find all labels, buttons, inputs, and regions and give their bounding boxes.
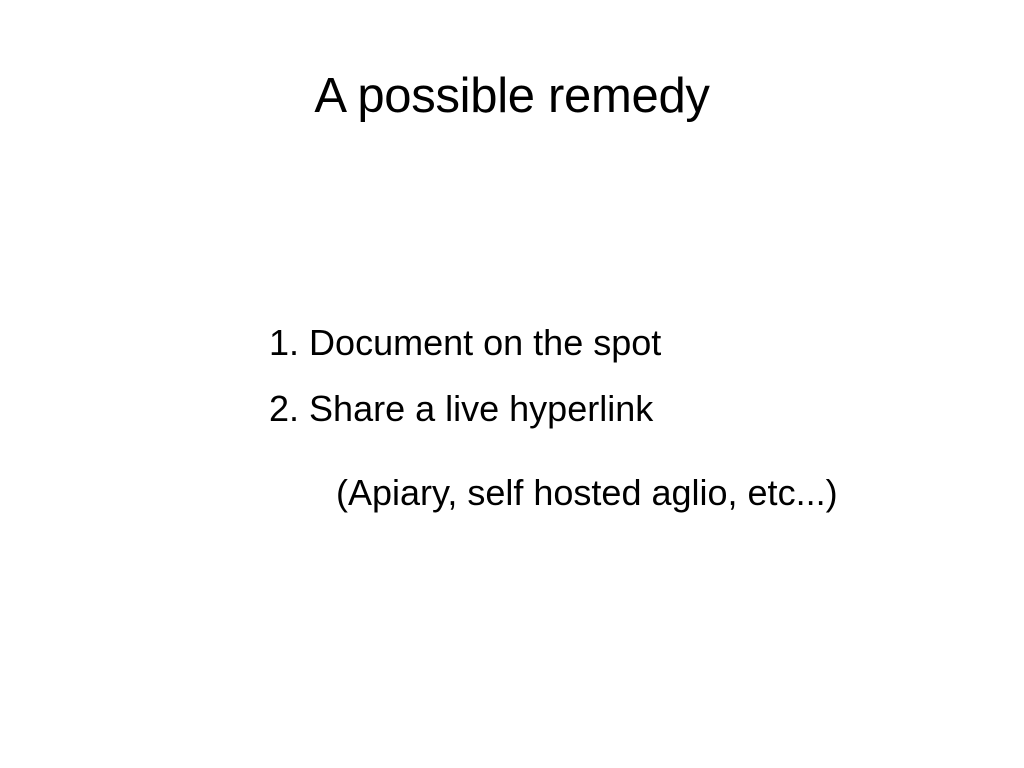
slide-title: A possible remedy bbox=[314, 69, 710, 123]
list-item: 2. Share a live hyperlink bbox=[269, 387, 653, 431]
list-item-text: Share a live hyperlink bbox=[309, 388, 654, 429]
list-item-text: Document on the spot bbox=[309, 322, 662, 363]
list-item-number: 2. bbox=[269, 388, 300, 429]
list-item: 1. Document on the spot bbox=[269, 321, 661, 365]
list-item-number: 1. bbox=[269, 322, 300, 363]
slide: A possible remedy 1. Document on the spo… bbox=[0, 0, 1024, 768]
examples-note: (Apiary, self hosted aglio, etc...) bbox=[336, 472, 838, 513]
